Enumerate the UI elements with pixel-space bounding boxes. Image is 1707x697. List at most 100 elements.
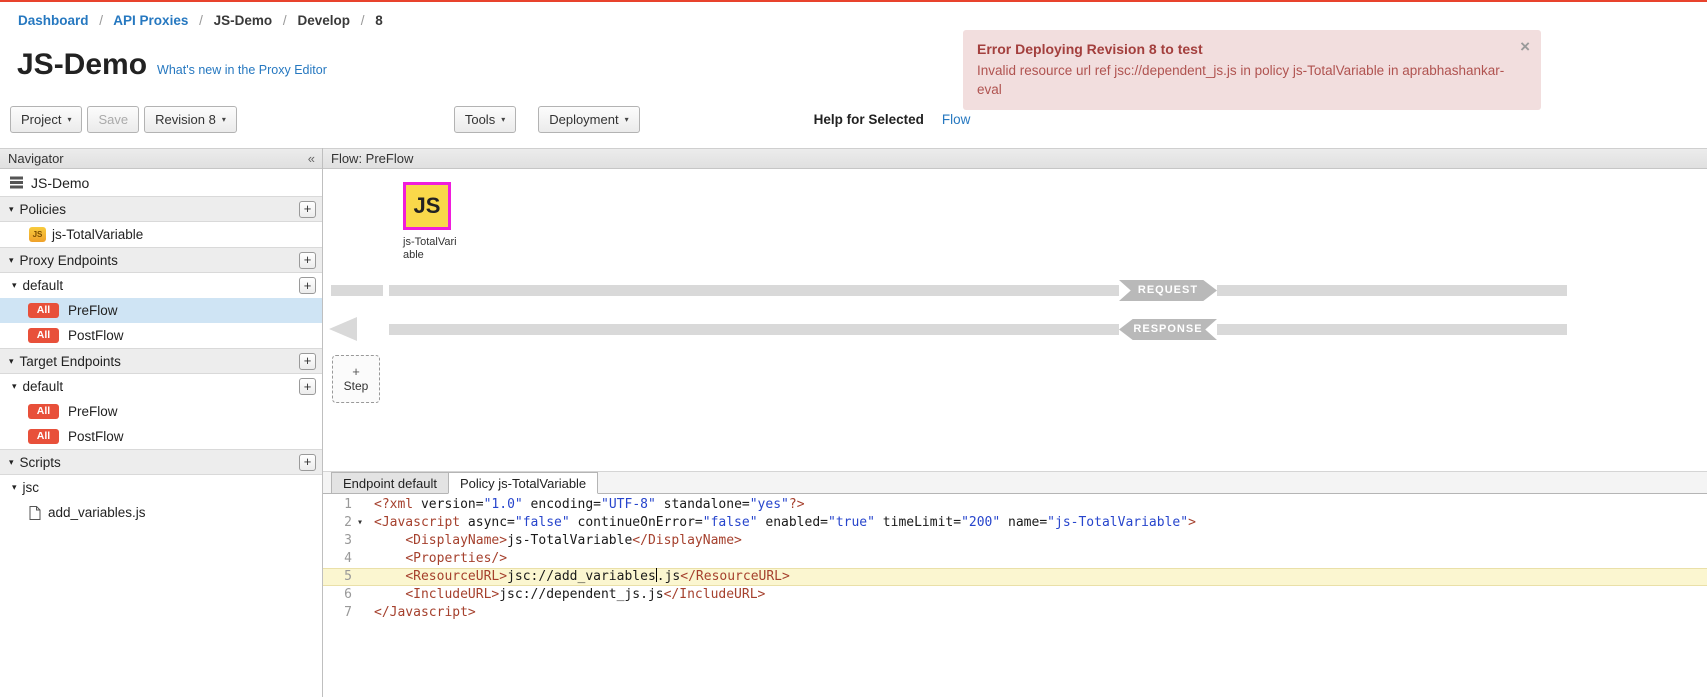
fold-spacer — [352, 550, 368, 568]
policy-node-js-totalvariable[interactable]: JS js-TotalVariable — [403, 182, 465, 262]
nav-item-label: default — [23, 278, 64, 293]
code-line-content: </Javascript> — [368, 604, 1707, 622]
add-step-button[interactable]: + Step — [332, 355, 380, 403]
code-editor: Endpoint default Policy js-TotalVariable… — [323, 471, 1707, 697]
caret-down-icon: ▾ — [9, 457, 14, 468]
error-title: Error Deploying Revision 8 to test — [977, 41, 1507, 57]
error-banner: Error Deploying Revision 8 to test Inval… — [963, 30, 1541, 110]
breadcrumb-separator: / — [361, 13, 365, 28]
whats-new-link[interactable]: What's new in the Proxy Editor — [157, 63, 327, 77]
flow-editor-pane: Flow: PreFlow JS js-TotalVariable REQUES… — [323, 148, 1707, 697]
navigator-header: Navigator « — [0, 148, 322, 169]
line-number: 4 — [323, 550, 352, 568]
revision-button-label: Revision 8 — [155, 112, 216, 127]
code-line-1[interactable]: 1<?xml version="1.0" encoding="UTF-8" st… — [323, 496, 1707, 514]
add-script-button[interactable]: + — [299, 454, 316, 471]
add-proxy-flow-button[interactable]: + — [299, 277, 316, 294]
section-label: Policies — [20, 202, 67, 217]
add-target-flow-button[interactable]: + — [299, 378, 316, 395]
proxy-bundle-icon — [9, 175, 24, 190]
line-number: 3 — [323, 532, 352, 550]
deployment-button-label: Deployment — [549, 112, 618, 127]
page-header: JS-Demo What's new in the Proxy Editor — [17, 48, 327, 82]
code-line-5[interactable]: 5 <ResourceURL>jsc://add_variables.js</R… — [323, 568, 1707, 586]
response-flow-bar — [389, 324, 1119, 335]
project-button-label: Project — [21, 112, 61, 127]
add-proxy-endpoint-button[interactable]: + — [299, 252, 316, 269]
nav-item-target-preflow[interactable]: All PreFlow — [0, 399, 322, 424]
line-number: 1 — [323, 496, 352, 514]
nav-section-policies[interactable]: ▾ Policies + — [0, 196, 322, 222]
nav-item-label: default — [23, 379, 64, 394]
caret-down-icon: ▾ — [12, 280, 17, 291]
nav-section-proxy-endpoints[interactable]: ▾ Proxy Endpoints + — [0, 247, 322, 273]
breadcrumb-api-proxies-link[interactable]: API Proxies — [113, 13, 188, 28]
code-line-6[interactable]: 6 <IncludeURL>jsc://dependent_js.js</Inc… — [323, 586, 1707, 604]
nav-item-proxy-default[interactable]: ▾ default + — [0, 273, 322, 298]
nav-item-proxy-preflow[interactable]: All PreFlow — [0, 298, 322, 323]
nav-item-label: PostFlow — [68, 328, 124, 343]
nav-section-scripts[interactable]: ▾ Scripts + — [0, 449, 322, 475]
save-button[interactable]: Save — [87, 106, 139, 133]
error-message: Invalid resource url ref jsc://dependent… — [977, 61, 1507, 99]
nav-item-target-default[interactable]: ▾ default + — [0, 374, 322, 399]
collapse-navigator-button[interactable]: « — [308, 151, 314, 166]
caret-down-icon: ▾ — [12, 381, 17, 392]
add-policy-button[interactable]: + — [299, 201, 316, 218]
js-policy-icon: JS — [403, 182, 451, 230]
add-step-label: Step — [344, 379, 369, 393]
fold-spacer — [352, 586, 368, 604]
js-policy-badge-icon: JS — [29, 227, 46, 242]
caret-down-icon: ▾ — [9, 356, 14, 367]
deployment-button[interactable]: Deployment ▾ — [538, 106, 639, 133]
fold-spacer — [352, 532, 368, 550]
file-icon — [29, 506, 41, 520]
code-area[interactable]: 1<?xml version="1.0" encoding="UTF-8" st… — [323, 494, 1707, 697]
breadcrumb-dashboard-link[interactable]: Dashboard — [18, 13, 89, 28]
line-number: 6 — [323, 586, 352, 604]
all-conditions-badge: All — [28, 328, 59, 343]
revision-button[interactable]: Revision 8 ▾ — [144, 106, 237, 133]
save-button-label: Save — [98, 112, 128, 127]
code-line-2[interactable]: 2▾<Javascript async="false" continueOnEr… — [323, 514, 1707, 532]
code-line-3[interactable]: 3 <DisplayName>js-TotalVariable</Display… — [323, 532, 1707, 550]
line-number: 7 — [323, 604, 352, 622]
add-target-endpoint-button[interactable]: + — [299, 353, 316, 370]
code-line-7[interactable]: 7 </Javascript> — [323, 604, 1707, 622]
response-label: RESPONSE — [1119, 319, 1217, 340]
fold-spacer — [352, 604, 368, 622]
tools-button[interactable]: Tools ▾ — [454, 106, 516, 133]
chevron-down-icon: ▾ — [222, 115, 226, 124]
flow-header: Flow: PreFlow — [323, 148, 1707, 169]
nav-item-proxy-root[interactable]: JS-Demo — [0, 169, 322, 196]
editor-tabbar: Endpoint default Policy js-TotalVariable — [323, 472, 1707, 494]
flow-help-link[interactable]: Flow — [942, 112, 971, 127]
project-button[interactable]: Project ▾ — [10, 106, 82, 133]
help-for-selected-label: Help for Selected — [814, 112, 924, 127]
top-accent-line — [0, 0, 1707, 2]
code-line-content: <DisplayName>js-TotalVariable</DisplayNa… — [368, 532, 1707, 550]
all-conditions-badge: All — [28, 303, 59, 318]
nav-item-label: PreFlow — [68, 404, 118, 419]
nav-section-target-endpoints[interactable]: ▾ Target Endpoints + — [0, 348, 322, 374]
workspace: Navigator « JS-Demo ▾ Policies + JS j — [0, 148, 1707, 697]
chevron-down-icon: ▾ — [67, 115, 71, 124]
page-title: JS-Demo — [17, 48, 147, 82]
tab-policy-js-totalvariable[interactable]: Policy js-TotalVariable — [448, 472, 598, 494]
fold-toggle-icon[interactable]: ▾ — [352, 514, 368, 532]
code-line-4[interactable]: 4 <Properties/> — [323, 550, 1707, 568]
request-flow-bar — [331, 285, 383, 296]
code-line-content: <ResourceURL>jsc://add_variables.js</Res… — [368, 568, 1707, 586]
navigator-tree: JS-Demo ▾ Policies + JS js-TotalVariable… — [0, 169, 322, 697]
nav-item-add-variables-js[interactable]: add_variables.js — [0, 500, 322, 525]
nav-item-jsc-folder[interactable]: ▾ jsc — [0, 475, 322, 500]
nav-item-target-postflow[interactable]: All PostFlow — [0, 424, 322, 449]
nav-item-js-totalvariable[interactable]: JS js-TotalVariable — [0, 222, 322, 247]
flow-header-label: Flow: PreFlow — [331, 151, 413, 166]
nav-item-label: PreFlow — [68, 303, 118, 318]
close-icon[interactable]: × — [1520, 37, 1530, 57]
nav-item-proxy-postflow[interactable]: All PostFlow — [0, 323, 322, 348]
tab-endpoint-default[interactable]: Endpoint default — [331, 472, 449, 493]
request-label: REQUEST — [1119, 280, 1217, 301]
code-line-content: <Javascript async="false" continueOnErro… — [368, 514, 1707, 532]
